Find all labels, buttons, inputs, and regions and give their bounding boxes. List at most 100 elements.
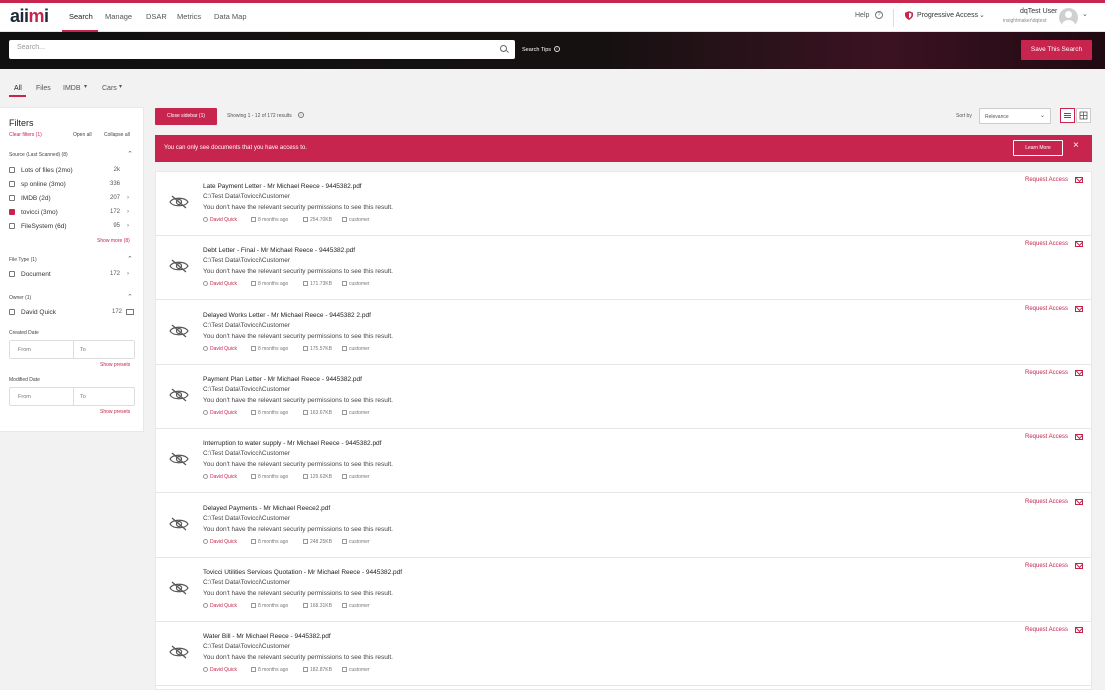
request-access-link[interactable]: Request Access bbox=[1025, 177, 1068, 183]
chevron-up-icon[interactable]: ⌃ bbox=[127, 293, 133, 301]
nav-metrics[interactable]: Metrics bbox=[177, 12, 201, 21]
tab-imdb[interactable]: IMDB bbox=[63, 85, 81, 92]
avatar[interactable] bbox=[1059, 8, 1078, 27]
result-card[interactable]: Tovicci Utilities Services Quotation - M… bbox=[156, 558, 1091, 622]
result-owner[interactable]: David Quick bbox=[203, 667, 237, 673]
checkbox[interactable] bbox=[9, 223, 15, 229]
checkbox[interactable] bbox=[9, 271, 15, 277]
request-access-link[interactable]: Request Access bbox=[1025, 370, 1068, 376]
owner-filter-header[interactable]: Owner (1) bbox=[9, 295, 31, 301]
result-card[interactable]: Water Bill - Mr Michael Reece - 9445382.… bbox=[156, 622, 1091, 687]
mail-icon[interactable] bbox=[1075, 177, 1083, 183]
user-menu-chevron-icon[interactable]: ⌄ bbox=[1082, 10, 1088, 18]
search-icon[interactable] bbox=[500, 45, 507, 52]
result-owner[interactable]: David Quick bbox=[203, 281, 237, 287]
search-tips-link[interactable]: Search Tips bbox=[522, 47, 551, 53]
info-icon[interactable]: i bbox=[298, 112, 304, 118]
result-title[interactable]: Debt Letter - Final - Mr Michael Reece -… bbox=[203, 247, 355, 254]
result-title[interactable]: Late Payment Letter - Mr Michael Reece -… bbox=[203, 183, 362, 190]
result-owner[interactable]: David Quick bbox=[203, 345, 237, 352]
mail-icon[interactable] bbox=[1075, 627, 1083, 634]
source-item-label[interactable]: sp online (3mo) bbox=[21, 181, 66, 188]
tab-all[interactable]: All bbox=[14, 85, 22, 92]
result-owner[interactable]: David Quick bbox=[203, 474, 237, 480]
help-icon[interactable]: ? bbox=[875, 11, 883, 19]
source-item-label[interactable]: IMDB (2d) bbox=[21, 195, 51, 202]
tab-files[interactable]: Files bbox=[36, 85, 51, 92]
result-card[interactable]: Delayed Payments - Mr Michael Reece2.pdf… bbox=[156, 494, 1091, 558]
file-type-filter-header[interactable]: File Type (1) bbox=[9, 257, 37, 263]
modified-date-range[interactable]: From To bbox=[9, 387, 135, 406]
save-search-button[interactable]: Save This Search bbox=[1021, 40, 1092, 60]
mail-icon[interactable] bbox=[1075, 369, 1083, 376]
search-bar[interactable] bbox=[9, 40, 515, 59]
mail-icon[interactable] bbox=[1075, 498, 1083, 505]
result-card[interactable]: Delayed Works Letter - Mr Michael Reece … bbox=[156, 301, 1091, 365]
aiimi-logo[interactable]: aiimi bbox=[10, 6, 49, 27]
learn-more-button[interactable]: Learn More bbox=[1013, 140, 1063, 156]
id-card-icon[interactable] bbox=[126, 309, 134, 315]
nav-manage[interactable]: Manage bbox=[105, 12, 132, 21]
source-item-label[interactable]: FileSystem (6d) bbox=[21, 223, 67, 230]
result-owner[interactable]: David Quick bbox=[203, 409, 237, 416]
mail-icon[interactable] bbox=[1075, 562, 1083, 569]
request-access-link[interactable]: Request Access bbox=[1025, 499, 1068, 505]
chevron-right-icon[interactable]: › bbox=[127, 223, 129, 229]
chevron-right-icon[interactable]: › bbox=[127, 209, 129, 215]
owner-item-label[interactable]: David Quick bbox=[21, 309, 56, 316]
source-item-label[interactable]: tovicci (3mo) bbox=[21, 209, 58, 216]
chevron-down-icon[interactable]: ▾ bbox=[84, 83, 87, 90]
request-access-link[interactable]: Request Access bbox=[1025, 434, 1068, 440]
user-name[interactable]: dqTest User bbox=[1020, 8, 1057, 15]
result-title[interactable]: Delayed Payments - Mr Michael Reece2.pdf bbox=[203, 505, 330, 512]
result-title[interactable]: Interruption to water supply - Mr Michae… bbox=[203, 440, 381, 447]
chevron-right-icon[interactable]: › bbox=[127, 271, 129, 277]
checkbox[interactable] bbox=[9, 309, 15, 315]
modified-to-field[interactable]: To bbox=[80, 394, 86, 400]
info-icon[interactable]: i bbox=[554, 46, 560, 52]
close-icon[interactable]: × bbox=[1073, 141, 1079, 151]
chevron-down-icon[interactable]: ⌄ bbox=[979, 11, 985, 19]
close-sidebar-button[interactable]: Close sidebar (1) bbox=[155, 108, 217, 125]
result-card[interactable]: Payment Plan Letter - Mr Michael Reece -… bbox=[156, 365, 1091, 429]
result-card[interactable]: Interruption to water supply - Mr Michae… bbox=[156, 429, 1091, 494]
result-title[interactable]: Delayed Works Letter - Mr Michael Reece … bbox=[203, 312, 371, 319]
request-access-link[interactable]: Request Access bbox=[1025, 241, 1068, 247]
result-title[interactable]: Water Bill - Mr Michael Reece - 9445382.… bbox=[203, 633, 331, 640]
nav-search[interactable]: Search bbox=[69, 12, 93, 21]
mail-icon[interactable] bbox=[1075, 305, 1083, 312]
mail-icon[interactable] bbox=[1075, 434, 1083, 441]
result-owner[interactable]: David Quick bbox=[203, 217, 237, 223]
result-title[interactable]: Tovicci Utilities Services Quotation - M… bbox=[203, 569, 402, 576]
chevron-right-icon[interactable]: › bbox=[127, 195, 129, 201]
clear-filters-link[interactable]: Clear filters (1) bbox=[9, 132, 42, 138]
source-item-label[interactable]: Lots of files (2mo) bbox=[21, 167, 73, 174]
search-input[interactable] bbox=[17, 44, 487, 51]
list-view-button[interactable] bbox=[1060, 108, 1075, 123]
result-card[interactable]: Debt Letter - Final - Mr Michael Reece -… bbox=[156, 236, 1091, 301]
result-owner[interactable]: David Quick bbox=[203, 602, 237, 609]
nav-data-map[interactable]: Data Map bbox=[214, 12, 247, 21]
help-link[interactable]: Help bbox=[855, 12, 869, 19]
created-date-range[interactable]: From To bbox=[9, 340, 135, 359]
collapse-all-link[interactable]: Collapse all bbox=[104, 132, 130, 138]
chevron-down-icon[interactable]: ▾ bbox=[119, 83, 122, 90]
source-filter-header[interactable]: Source (Last Scanned) (8) bbox=[9, 152, 68, 158]
result-owner[interactable]: David Quick bbox=[203, 538, 237, 545]
grid-view-button[interactable] bbox=[1076, 108, 1091, 123]
created-from-field[interactable]: From bbox=[18, 347, 31, 353]
mail-icon[interactable] bbox=[1075, 241, 1083, 248]
chevron-up-icon[interactable]: ⌃ bbox=[127, 150, 133, 158]
created-show-presets-link[interactable]: Show presets bbox=[100, 362, 130, 368]
modified-show-presets-link[interactable]: Show presets bbox=[100, 409, 130, 415]
sort-select[interactable]: Relevance ⌄ bbox=[979, 108, 1051, 124]
file-type-item-label[interactable]: Document bbox=[21, 271, 51, 278]
request-access-link[interactable]: Request Access bbox=[1025, 563, 1068, 569]
request-access-link[interactable]: Request Access bbox=[1025, 306, 1068, 312]
nav-dsar[interactable]: DSAR bbox=[146, 12, 167, 21]
checkbox[interactable] bbox=[9, 167, 15, 173]
progressive-access-dropdown[interactable]: Progressive Access bbox=[917, 12, 978, 19]
request-access-link[interactable]: Request Access bbox=[1025, 627, 1068, 633]
result-card[interactable]: Late Payment Letter - Mr Michael Reece -… bbox=[156, 172, 1091, 236]
checkbox[interactable] bbox=[9, 181, 15, 187]
